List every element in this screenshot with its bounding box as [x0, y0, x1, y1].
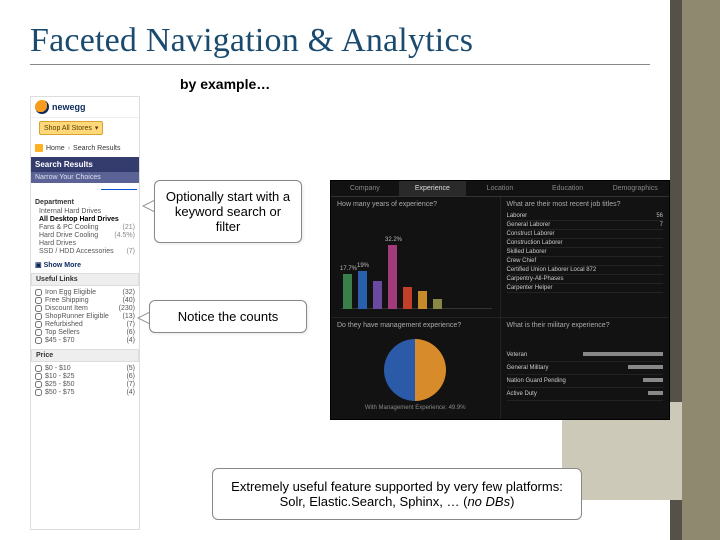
callout-text: Extremely useful feature supported by ve…	[231, 479, 563, 509]
recent-titles-panel: What are their most recent job titles? L…	[501, 197, 670, 317]
bar-chart: 17.7% 19% 32.2%	[343, 229, 490, 309]
filter-checkbox[interactable]: Refurbished(7)	[35, 321, 135, 328]
plus-icon: ▣	[35, 261, 42, 269]
search-results-header: Search Results	[31, 157, 139, 172]
selected-filter-row	[31, 183, 139, 196]
title-underline	[30, 64, 650, 65]
show-more-link[interactable]: ▣ Show More	[31, 259, 139, 271]
analytics-dashboard-screenshot: Company Experience Location Education De…	[330, 180, 670, 420]
tab-experience[interactable]: Experience	[399, 181, 467, 196]
slide-title: Faceted Navigation & Analytics	[30, 22, 473, 60]
military-list: VeteranGeneral MilitaryNation Guard Pend…	[507, 349, 664, 401]
useful-links-heading: Useful Links	[31, 273, 139, 286]
panel-title: Do they have management experience?	[337, 322, 494, 329]
tab-company[interactable]: Company	[331, 181, 399, 196]
shop-all-stores-button[interactable]: Shop All Stores ▾	[39, 121, 103, 135]
filter-checkbox[interactable]: Discount Item(230)	[35, 305, 135, 312]
list-item[interactable]: General Military	[507, 362, 664, 375]
bar[interactable]: 19%	[358, 271, 367, 309]
logo-text: newegg	[52, 102, 86, 112]
tab-location[interactable]: Location	[466, 181, 534, 196]
bar[interactable]	[433, 299, 442, 309]
list-item[interactable]: Skilled Laborer	[507, 248, 664, 257]
dept-item[interactable]: Fans & PC Cooling(21)	[39, 224, 135, 231]
panel-title: How many years of experience?	[337, 201, 494, 208]
filter-checkbox[interactable]: $0 - $10(5)	[35, 365, 135, 372]
bar[interactable]: 17.7%	[343, 274, 352, 309]
pie-chart	[384, 339, 446, 401]
list-item[interactable]: General Laborer7	[507, 221, 664, 230]
useful-links-list: Iron Egg Eligible(32) Free Shipping(40) …	[31, 286, 139, 347]
bar[interactable]	[373, 281, 382, 309]
dept-item[interactable]: Internal Hard Drives	[39, 208, 135, 215]
chevron-right-icon: ›	[68, 145, 70, 152]
department-heading: Department	[31, 196, 139, 207]
callout-pointer	[137, 312, 149, 324]
dept-item[interactable]: Hard Drives	[39, 240, 135, 247]
management-panel: Do they have management experience? With…	[331, 318, 501, 419]
callout-summary: Extremely useful feature supported by ve…	[212, 468, 582, 520]
bar[interactable]	[418, 291, 427, 309]
department-list: Internal Hard Drives All Desktop Hard Dr…	[31, 208, 139, 259]
bar[interactable]: 32.2%	[388, 245, 397, 309]
list-item[interactable]: Veteran	[507, 349, 664, 362]
callout-text: Notice the counts	[178, 309, 278, 324]
years-experience-panel: How many years of experience? 17.7% 19% 32…	[331, 197, 501, 317]
list-item[interactable]: Carpentry-All-Phases	[507, 275, 664, 284]
filter-checkbox[interactable]: $25 - $50(7)	[35, 381, 135, 388]
filter-checkbox[interactable]: Top Sellers(6)	[35, 329, 135, 336]
dept-item-selected[interactable]: All Desktop Hard Drives	[39, 216, 135, 223]
accent-bar-right	[682, 0, 720, 540]
military-panel: What is their military experience? Veter…	[501, 318, 670, 419]
filter-checkbox[interactable]: ShopRunner Eligible(13)	[35, 313, 135, 320]
list-item[interactable]: Construction Laborer	[507, 239, 664, 248]
list-item[interactable]: Active Duty	[507, 388, 664, 401]
faceted-nav-screenshot: newegg Shop All Stores ▾ Home › Search R…	[30, 96, 140, 530]
filter-checkbox[interactable]: $50 - $75(4)	[35, 389, 135, 396]
filter-checkbox[interactable]: Free Shipping(40)	[35, 297, 135, 304]
pie-label: With Management Experience: 49.9%	[337, 405, 494, 412]
panel-title: What is their military experience?	[507, 322, 664, 329]
store-logo[interactable]: newegg	[31, 97, 139, 118]
list-item[interactable]: Construct Laborer	[507, 230, 664, 239]
bar[interactable]	[403, 287, 412, 309]
slide-subtitle: by example…	[180, 76, 270, 92]
job-titles-list: Laborer56General Laborer7Construct Labor…	[507, 212, 664, 293]
breadcrumb-home: Home	[46, 145, 65, 152]
home-icon	[35, 144, 43, 152]
price-list: $0 - $10(5) $10 - $25(6) $25 - $50(7) $5…	[31, 362, 139, 399]
shop-all-label: Shop All Stores	[44, 125, 92, 132]
tab-education[interactable]: Education	[534, 181, 602, 196]
dashboard-tabs: Company Experience Location Education De…	[331, 181, 669, 197]
callout-keyword: Optionally start with a keyword search o…	[154, 180, 302, 243]
narrow-choices-label: Narrow Your Choices	[31, 172, 139, 183]
slide: Faceted Navigation & Analytics by exampl…	[0, 0, 720, 540]
breadcrumb[interactable]: Home › Search Results	[31, 141, 139, 157]
list-item[interactable]: Nation Guard Pending	[507, 375, 664, 388]
panel-title: What are their most recent job titles?	[507, 201, 664, 208]
list-item[interactable]: Laborer56	[507, 212, 664, 221]
dept-item[interactable]: Hard Drive Cooling(4.5%)	[39, 232, 135, 239]
breadcrumb-current: Search Results	[73, 145, 120, 152]
filter-checkbox[interactable]: $45 - $70(4)	[35, 337, 135, 344]
list-item[interactable]: Certified Union Laborer Local 872	[507, 266, 664, 275]
callout-counts: Notice the counts	[149, 300, 307, 333]
list-item[interactable]: Crew Chief	[507, 257, 664, 266]
caret-down-icon: ▾	[95, 124, 99, 132]
filter-checkbox[interactable]: Iron Egg Eligible(32)	[35, 289, 135, 296]
list-item[interactable]: Carpenter Helper	[507, 284, 664, 293]
dept-item[interactable]: SSD / HDD Accessories(7)	[39, 248, 135, 255]
logo-icon	[35, 100, 49, 114]
callout-pointer	[142, 200, 154, 212]
filter-checkbox[interactable]: $10 - $25(6)	[35, 373, 135, 380]
tab-demographics[interactable]: Demographics	[601, 181, 669, 196]
price-heading: Price	[31, 349, 139, 362]
callout-text: Optionally start with a keyword search o…	[166, 189, 290, 234]
